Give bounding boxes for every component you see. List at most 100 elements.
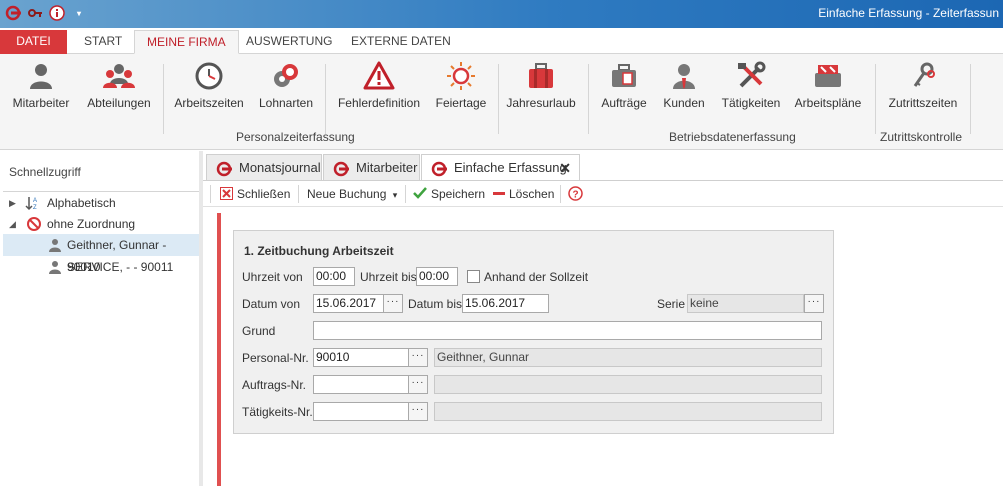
warning-icon — [363, 61, 395, 90]
date-to-label: Datum bis — [408, 297, 463, 311]
mitarbeiter-button[interactable]: Mitarbeiter — [8, 58, 74, 122]
tools-icon — [738, 61, 766, 88]
target-time-checkbox[interactable] — [467, 270, 480, 283]
ribbon-separator — [970, 64, 971, 134]
tab-start[interactable]: START — [72, 30, 134, 54]
info-icon[interactable] — [48, 4, 66, 22]
kunden-button[interactable]: Kunden — [660, 58, 708, 122]
taetigkeiten-button[interactable]: Tätigkeiten — [716, 58, 786, 122]
series-picker-button[interactable]: ··· — [804, 294, 824, 313]
jahresurlaub-button[interactable]: Jahresurlaub — [505, 58, 577, 122]
close-button[interactable]: Schließen — [220, 186, 290, 202]
ribbon-separator — [163, 64, 164, 134]
user-icon — [49, 239, 61, 252]
sun-icon — [447, 62, 475, 90]
activity-picker-button[interactable]: ··· — [408, 402, 428, 421]
new-booking-dropdown[interactable]: Neue Buchung ▾ — [307, 186, 397, 202]
help-button[interactable]: ? — [568, 186, 583, 202]
tab-meine-firma[interactable]: MEINE FIRMA — [134, 30, 239, 54]
app-logo-icon — [216, 161, 232, 177]
tab-auswertung[interactable]: AUSWERTUNG — [234, 30, 344, 54]
window-title: Einfache Erfassung - Zeiterfassun — [818, 6, 999, 20]
group-label-personalzeiterfassung: Personalzeiterfassung — [236, 130, 355, 144]
key-icon[interactable] — [26, 4, 44, 22]
tree-item-employee[interactable]: Geithner, Gunnar - 90010 — [3, 234, 199, 274]
tab-mitarbeiter[interactable]: Mitarbeiter — [323, 154, 420, 181]
tree-item-alphabetisch[interactable]: ▶ AZ Alphabetisch — [3, 192, 199, 214]
close-icon — [220, 187, 233, 200]
arbeitsplaene-button[interactable]: Arbeitspläne — [792, 58, 864, 122]
sort-az-icon: AZ — [25, 197, 37, 211]
close-icon[interactable]: ✕ — [559, 155, 571, 181]
feiertage-button[interactable]: Feiertage — [431, 58, 491, 122]
order-name-field — [434, 375, 822, 394]
chevron-down-icon: ▾ — [392, 190, 398, 200]
checkmark-icon — [413, 187, 427, 199]
ribbon-tabs: DATEI START MEINE FIRMA AUSWERTUNG EXTER… — [0, 28, 1003, 54]
group-icon — [103, 64, 135, 88]
target-time-label: Anhand der Sollzeit — [484, 270, 589, 284]
order-picker-button[interactable]: ··· — [408, 375, 428, 394]
time-from-input[interactable]: 00:00 — [313, 267, 355, 286]
tab-monatsjournal[interactable]: Monatsjournal — [206, 154, 322, 181]
personnel-name-field: Geithner, Gunnar — [434, 348, 822, 367]
personnel-input[interactable]: 90010 — [313, 348, 409, 367]
arbeitszeiten-button[interactable]: Arbeitszeiten — [172, 58, 246, 122]
date-to-input[interactable]: 15.06.2017 — [462, 294, 549, 313]
customize-dropdown-icon[interactable]: ▾ — [70, 4, 88, 22]
tree-item-ohne-zuordnung[interactable]: ◢ ohne Zuordnung — [3, 213, 199, 235]
sidebar-title: Schnellzugriff — [9, 165, 81, 179]
tab-datei[interactable]: DATEI — [0, 30, 67, 54]
toolbox-icon — [815, 65, 841, 87]
quick-access-panel: Schnellzugriff ▶ AZ Alphabetisch ◢ ohne … — [0, 151, 203, 486]
svg-text:Z: Z — [33, 205, 37, 211]
suitcase-icon — [529, 63, 553, 88]
svg-text:A: A — [33, 198, 37, 204]
tree-item-employee[interactable]: SERVICE, - - 90011 — [3, 256, 199, 278]
date-from-picker-button[interactable]: ··· — [383, 294, 403, 313]
personnel-picker-button[interactable]: ··· — [408, 348, 428, 367]
order-input[interactable] — [313, 375, 409, 394]
title-bar: ▾ Einfache Erfassung - Zeiterfassun — [0, 0, 1003, 28]
save-button[interactable]: Speichern — [413, 186, 485, 202]
keys-icon — [913, 62, 935, 87]
lohnarten-button[interactable]: Lohnarten — [254, 58, 318, 122]
tab-externe-daten[interactable]: EXTERNE DATEN — [339, 30, 463, 54]
document-tabs: Monatsjournal Mitarbeiter Einfache Erfas… — [203, 151, 1003, 182]
delete-button[interactable]: Löschen — [493, 186, 554, 202]
collapse-arrow-icon[interactable]: ◢ — [9, 213, 16, 235]
tab-einfache-erfassung[interactable]: Einfache Erfassung ✕ — [421, 154, 580, 182]
help-icon: ? — [568, 186, 583, 201]
user-icon — [30, 64, 52, 89]
activity-name-field — [434, 402, 822, 421]
form-toolbar: Schließen Neue Buchung ▾ Speichern Lösch… — [203, 181, 1003, 207]
toolbar-separator — [298, 185, 299, 203]
ribbon-separator — [498, 64, 499, 134]
expand-arrow-icon[interactable]: ▶ — [9, 192, 16, 214]
coins-icon — [274, 64, 298, 87]
ribbon-separator — [325, 64, 326, 134]
app-logo-icon[interactable] — [4, 4, 22, 22]
zutrittszeiten-button[interactable]: Zutrittszeiten — [884, 58, 962, 122]
reason-input[interactable] — [313, 321, 822, 340]
abteilungen-button[interactable]: Abteilungen — [84, 58, 154, 122]
order-label: Auftrags-Nr. — [242, 378, 307, 392]
date-from-input[interactable]: 15.06.2017 — [313, 294, 384, 313]
ribbon: Mitarbeiter Abteilungen Arbeitszeiten Lo… — [0, 54, 1003, 150]
svg-text:?: ? — [573, 190, 579, 201]
fehlerdefinition-button[interactable]: Fehlerdefinition — [333, 58, 425, 122]
app-logo-icon — [431, 161, 447, 177]
activity-label: Tätigkeits-Nr. — [242, 405, 313, 419]
toolbar-separator — [210, 185, 211, 203]
group-label-zutrittskontrolle: Zutrittskontrolle — [880, 130, 963, 144]
customer-icon — [673, 64, 695, 89]
activity-input[interactable] — [313, 402, 409, 421]
time-to-input[interactable]: 00:00 — [416, 267, 458, 286]
user-icon — [49, 261, 61, 274]
series-label: Serie — [657, 297, 686, 311]
auftraege-button[interactable]: Aufträge — [597, 58, 651, 122]
app-logo-icon — [333, 161, 349, 177]
briefcase-icon — [612, 64, 636, 87]
quick-access-toolbar: ▾ — [4, 4, 88, 22]
no-entry-icon — [27, 217, 41, 231]
